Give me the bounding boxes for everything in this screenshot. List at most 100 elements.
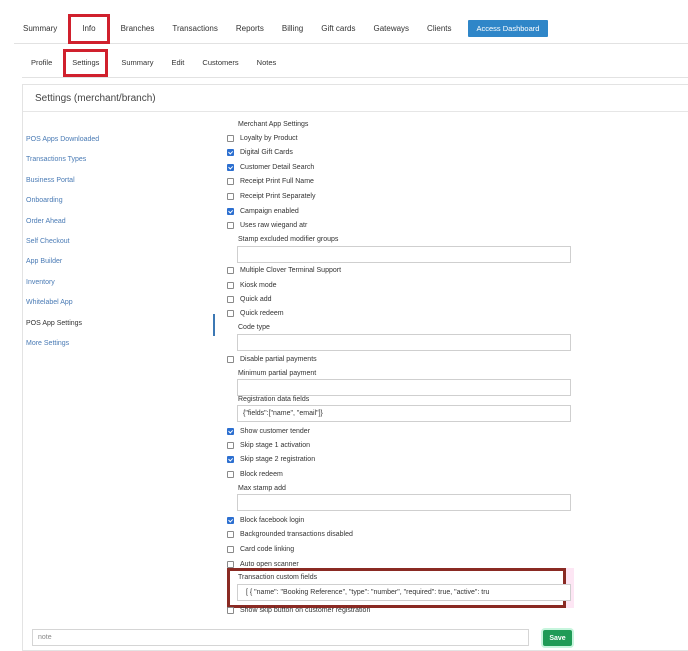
checkbox-row-quick-redeem[interactable]: Quick redeem: [227, 307, 284, 319]
checkbox[interactable]: [227, 163, 234, 171]
checkbox-label: Skip stage 1 activation: [240, 441, 311, 449]
sidebar-item-whitelabel-app[interactable]: Whitelabel App: [26, 295, 216, 315]
subtab-customers[interactable]: Customers: [193, 49, 247, 77]
checkbox-row-receipt-print-full-name[interactable]: Receipt Print Full Name: [227, 175, 314, 187]
tab-gateways[interactable]: Gateways: [364, 14, 418, 44]
sidebar-item-inventory[interactable]: Inventory: [26, 275, 216, 295]
checkbox-label: Auto open scanner: [240, 560, 299, 568]
max-stamp-input[interactable]: [237, 494, 571, 511]
max-stamp-label: Max stamp add: [238, 485, 286, 492]
checkbox-label: Show customer tender: [240, 427, 311, 435]
checkbox[interactable]: [227, 560, 234, 568]
checkbox-label: Show skip button on customer registratio…: [240, 606, 371, 614]
panel-title: Settings (merchant/branch): [35, 93, 156, 104]
checkbox-label: Campaign enabled: [240, 207, 299, 215]
checkbox-row-kiosk-mode[interactable]: Kiosk mode: [227, 279, 277, 291]
checkbox[interactable]: [227, 355, 234, 363]
checkbox[interactable]: [227, 207, 234, 215]
checkbox[interactable]: [227, 545, 234, 553]
window-top-strip: [0, 0, 688, 14]
save-button[interactable]: Save: [543, 630, 572, 646]
checkbox[interactable]: [227, 148, 234, 156]
top-nav: Summary Info Branches Transactions Repor…: [14, 13, 688, 44]
section-title: Merchant App Settings: [238, 121, 309, 128]
sidebar-item-pos-apps-downloaded[interactable]: POS Apps Downloaded: [26, 132, 216, 152]
checkbox-label: Disable partial payments: [240, 355, 317, 363]
checkbox[interactable]: [227, 266, 234, 274]
checkbox-label: Kiosk mode: [240, 281, 277, 289]
tab-reports[interactable]: Reports: [227, 14, 273, 44]
checkbox-row-auto-open-scanner[interactable]: Auto open scanner: [227, 558, 299, 570]
checkbox-row-digital-gift-cards[interactable]: Digital Gift Cards: [227, 146, 293, 158]
checkbox-label: Card code linking: [240, 545, 295, 553]
registration-fields-input[interactable]: {"fields":["name", "email"]}: [237, 405, 571, 422]
subtab-edit[interactable]: Edit: [162, 49, 193, 77]
checkbox-row-multiple-clover[interactable]: Multiple Clover Terminal Support: [227, 264, 341, 276]
checkbox-row-backgrounded-disabled[interactable]: Backgrounded transactions disabled: [227, 528, 353, 540]
checkbox-label: Backgrounded transactions disabled: [240, 530, 353, 538]
checkbox-row-receipt-print-separately[interactable]: Receipt Print Separately: [227, 190, 315, 202]
code-type-input[interactable]: [237, 334, 571, 351]
note-input[interactable]: note: [32, 629, 529, 646]
access-dashboard-button[interactable]: Access Dashboard: [467, 20, 549, 37]
tab-gift-cards[interactable]: Gift cards: [312, 14, 364, 44]
checkbox-row-campaign-enabled[interactable]: Campaign enabled: [227, 205, 299, 217]
sidebar-item-order-ahead[interactable]: Order Ahead: [26, 214, 216, 234]
tab-billing[interactable]: Billing: [273, 14, 312, 44]
checkbox[interactable]: [227, 516, 234, 524]
checkbox-label: Loyalty by Product: [240, 134, 298, 142]
subtab-notes[interactable]: Notes: [248, 49, 286, 77]
tab-branches[interactable]: Branches: [112, 14, 164, 44]
transaction-custom-input[interactable]: [ { "name": "Booking Reference", "type":…: [237, 584, 571, 601]
checkbox-label: Block redeem: [240, 470, 283, 478]
checkbox-label: Customer Detail Search: [240, 163, 315, 171]
checkbox[interactable]: [227, 309, 234, 317]
checkbox-row-disable-partial[interactable]: Disable partial payments: [227, 353, 317, 365]
stamp-excluded-input[interactable]: [237, 246, 571, 263]
checkbox[interactable]: [227, 281, 234, 289]
tab-summary[interactable]: Summary: [14, 14, 66, 44]
subtab-profile[interactable]: Profile: [22, 49, 61, 77]
checkbox[interactable]: [227, 606, 234, 614]
code-type-label: Code type: [238, 324, 270, 331]
checkbox-row-show-customer-tender[interactable]: Show customer tender: [227, 425, 310, 437]
checkbox-row-show-skip-button[interactable]: Show skip button on customer registratio…: [227, 604, 370, 616]
min-partial-input[interactable]: [237, 379, 571, 396]
checkbox[interactable]: [227, 427, 234, 435]
sidebar-item-transactions-types[interactable]: Transactions Types: [26, 152, 216, 172]
sidebar-item-more-settings[interactable]: More Settings: [26, 336, 216, 356]
checkbox-row-uses-raw-wiegand[interactable]: Uses raw wiegand atr: [227, 219, 307, 231]
checkbox[interactable]: [227, 455, 234, 463]
checkbox-row-quick-add[interactable]: Quick add: [227, 293, 272, 305]
sidebar-item-onboarding[interactable]: Onboarding: [26, 193, 216, 213]
subtab-settings[interactable]: Settings: [63, 48, 109, 77]
checkbox[interactable]: [227, 295, 234, 303]
checkbox-label: Receipt Print Full Name: [240, 177, 314, 185]
tab-clients[interactable]: Clients: [418, 14, 460, 44]
checkbox[interactable]: [227, 441, 234, 449]
checkbox-row-skip-stage-1[interactable]: Skip stage 1 activation: [227, 439, 310, 451]
sidebar-item-pos-app-settings[interactable]: POS App Settings: [26, 316, 216, 336]
sidebar-active-marker: [213, 314, 215, 336]
settings-sidebar: POS Apps Downloaded Transactions Types B…: [26, 132, 216, 356]
tab-info[interactable]: Info: [68, 13, 110, 44]
sidebar-item-app-builder[interactable]: App Builder: [26, 254, 216, 274]
sidebar-item-business-portal[interactable]: Business Portal: [26, 173, 216, 193]
checkbox[interactable]: [227, 221, 234, 229]
checkbox[interactable]: [227, 177, 234, 185]
checkbox[interactable]: [227, 530, 234, 538]
checkbox-row-card-code-linking[interactable]: Card code linking: [227, 543, 294, 555]
transaction-custom-label: Transaction custom fields: [238, 574, 318, 581]
tab-transactions[interactable]: Transactions: [163, 14, 227, 44]
checkbox-row-loyalty-by-product[interactable]: Loyalty by Product: [227, 132, 298, 144]
checkbox-row-skip-stage-2[interactable]: Skip stage 2 registration: [227, 453, 315, 465]
checkbox-row-customer-detail-search[interactable]: Customer Detail Search: [227, 161, 314, 173]
checkbox[interactable]: [227, 470, 234, 478]
checkbox[interactable]: [227, 192, 234, 200]
checkbox-row-block-redeem[interactable]: Block redeem: [227, 468, 283, 480]
checkbox-row-block-facebook[interactable]: Block facebook login: [227, 514, 304, 526]
registration-fields-label: Registration data fields: [238, 396, 310, 403]
sidebar-item-self-checkout[interactable]: Self Checkout: [26, 234, 216, 254]
subtab-summary[interactable]: Summary: [112, 49, 162, 77]
checkbox[interactable]: [227, 134, 234, 142]
